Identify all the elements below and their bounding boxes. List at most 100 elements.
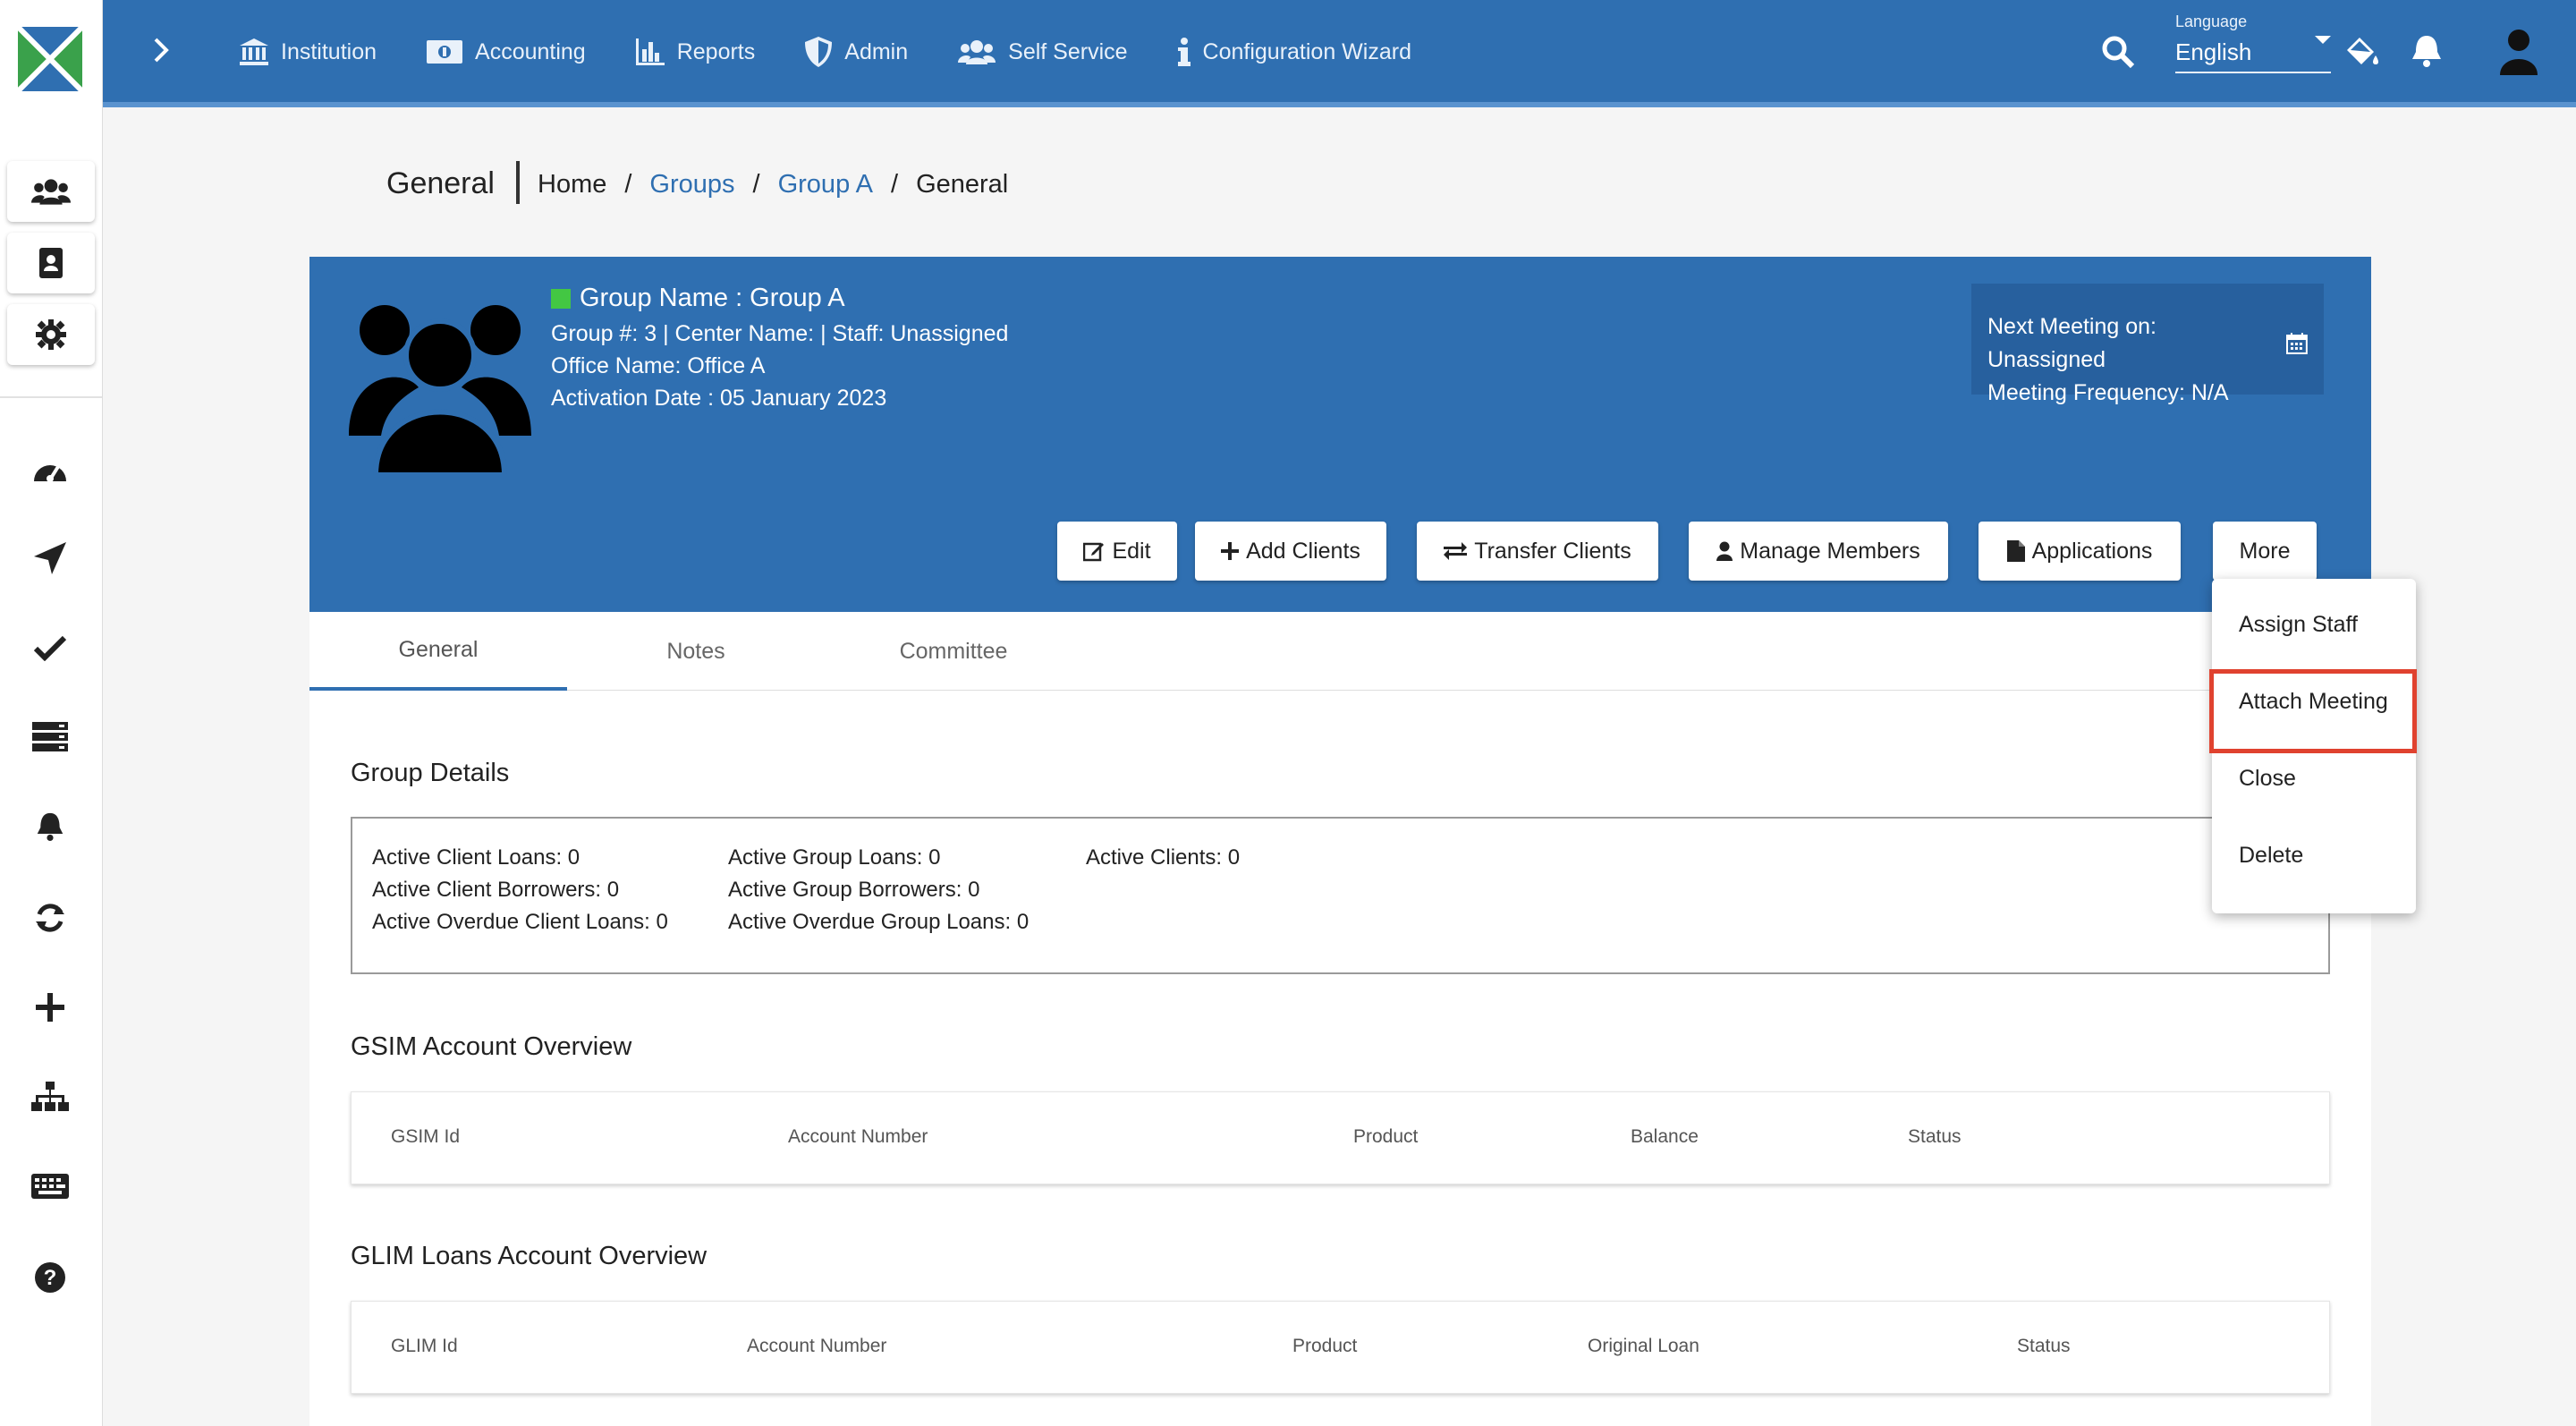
bank-icon (240, 38, 268, 65)
applications-button[interactable]: Applications (1979, 522, 2181, 581)
table-header[interactable]: Account Number (788, 1126, 928, 1148)
gsim-table: GSIM Id Account Number Product Balance S… (351, 1091, 2330, 1184)
bell-icon[interactable] (30, 807, 70, 846)
office-name: Office Name: Office A (551, 353, 766, 378)
breadcrumb-home: Home (538, 170, 607, 199)
paint-bucket-icon[interactable] (2343, 34, 2381, 74)
detail-value: Active Clients: 0 (1086, 845, 1241, 870)
edit-icon (1083, 542, 1105, 562)
table-header[interactable]: Status (2017, 1336, 2071, 1357)
title-divider (516, 161, 520, 204)
tab-general[interactable]: General (309, 612, 567, 691)
server-icon[interactable] (30, 717, 70, 757)
details-col-client: Active Client Loans: 0 Active Client Bor… (372, 842, 668, 938)
meeting-frequency: Meeting Frequency: N/A (1987, 380, 2229, 405)
menu-item-close[interactable]: Close (2212, 740, 2416, 817)
sidebar-groups[interactable] (7, 161, 95, 222)
top-navbar: Institution Accounting Reports Admin Sel… (0, 0, 2576, 107)
sitemap-icon[interactable] (30, 1077, 70, 1116)
sidebar-toggle-chevron-icon[interactable] (143, 32, 179, 68)
chevron-down-icon (2315, 36, 2331, 44)
tab-notes[interactable]: Notes (567, 612, 825, 691)
help-icon[interactable]: ? (30, 1258, 70, 1297)
group-name-text: Group Name : Group A (580, 284, 845, 312)
status-indicator (551, 288, 571, 309)
nav-admin[interactable]: Admin (805, 37, 908, 67)
bell-icon[interactable] (2411, 34, 2443, 72)
table-header[interactable]: Account Number (747, 1336, 886, 1357)
detail-value: Active Overdue Group Loans: 0 (728, 910, 1030, 934)
add-clients-button[interactable]: Add Clients (1195, 522, 1386, 581)
sidebar-settings[interactable] (7, 304, 95, 365)
breadcrumb-current: General (916, 170, 1009, 199)
table-header[interactable]: Status (1908, 1126, 1962, 1148)
content-panel: General Notes Committee Group Details Ac… (309, 612, 2371, 1426)
gsim-title: GSIM Account Overview (351, 1032, 632, 1061)
more-menu: Assign Staff Attach Meeting Close Delete (2212, 579, 2416, 913)
tab-committee[interactable]: Committee (825, 612, 1082, 691)
glim-title: GLIM Loans Account Overview (351, 1242, 708, 1270)
nav-accounting[interactable]: Accounting (427, 39, 586, 65)
breadcrumb-groups[interactable]: Groups (649, 170, 734, 199)
checkmark-icon[interactable] (30, 628, 70, 667)
breadcrumb-group-a[interactable]: Group A (778, 170, 873, 199)
nav-configuration-wizard[interactable]: Configuration Wizard (1177, 38, 1411, 66)
nav-label: Institution (281, 38, 377, 64)
activation-date: Activation Date : 05 January 2023 (551, 386, 887, 411)
table-header[interactable]: Product (1353, 1126, 1418, 1148)
refresh-icon[interactable] (30, 898, 70, 938)
menu-item-assign-staff[interactable]: Assign Staff (2212, 586, 2416, 663)
svg-text:?: ? (44, 1266, 57, 1290)
nav-label: Reports (676, 38, 756, 64)
table-header[interactable]: Product (1292, 1336, 1357, 1357)
menu-item-delete[interactable]: Delete (2212, 817, 2416, 894)
language-select[interactable]: Language English (2175, 13, 2331, 73)
plus-icon[interactable] (30, 988, 70, 1027)
left-sidebar: ? (0, 116, 103, 1426)
calendar-icon[interactable] (2286, 333, 2308, 354)
detail-value: Active Client Loans: 0 (372, 845, 580, 870)
nav-label: Accounting (475, 38, 586, 64)
nav-label: Self Service (1008, 38, 1128, 64)
table-header[interactable]: Balance (1631, 1126, 1699, 1148)
app-logo[interactable] (0, 0, 103, 116)
sidebar-contact-book[interactable] (7, 233, 95, 293)
nav-label: Admin (844, 38, 909, 64)
exchange-icon (1444, 542, 1468, 560)
breadcrumb-separator: / (624, 170, 632, 199)
transfer-clients-button[interactable]: Transfer Clients (1417, 522, 1658, 581)
group-meta: Group #: 3 | Center Name: | Staff: Unass… (551, 321, 1009, 346)
users-icon (31, 179, 71, 205)
dashboard-gauge-icon[interactable] (30, 449, 70, 488)
table-header[interactable]: GSIM Id (391, 1126, 460, 1148)
address-book-icon (39, 248, 63, 278)
glim-table: GLIM Id Account Number Product Original … (351, 1301, 2330, 1394)
menu-item-attach-meeting[interactable]: Attach Meeting (2212, 663, 2416, 740)
plus-icon (1221, 542, 1240, 560)
more-button[interactable]: More (2213, 522, 2317, 581)
money-icon (427, 40, 463, 64)
user-avatar-icon[interactable] (2498, 27, 2539, 80)
group-details-box: Active Client Loans: 0 Active Client Bor… (351, 817, 2330, 974)
group-header-card: Group Name : Group A Group #: 3 | Center… (309, 257, 2371, 612)
manage-members-button[interactable]: Manage Members (1689, 522, 1948, 581)
nav-self-service[interactable]: Self Service (958, 38, 1128, 65)
shield-icon (805, 37, 833, 67)
search-icon[interactable] (2100, 34, 2136, 74)
bar-chart-icon (635, 38, 665, 65)
keyboard-icon[interactable] (30, 1167, 70, 1206)
navigation-arrow-icon[interactable] (30, 539, 70, 578)
detail-value: Active Group Loans: 0 (728, 845, 941, 870)
nav-reports[interactable]: Reports (635, 38, 756, 65)
breadcrumb-separator: / (752, 170, 760, 199)
nav-institution[interactable]: Institution (240, 38, 377, 65)
breadcrumb-separator: / (891, 170, 899, 199)
table-header[interactable]: Original Loan (1588, 1336, 1699, 1357)
meeting-info: Next Meeting on: Unassigned Meeting Freq… (1971, 284, 2324, 405)
info-icon (1177, 38, 1191, 66)
group-info: Group Name : Group A Group #: 3 | Center… (551, 284, 1008, 410)
detail-value: Active Group Borrowers: 0 (728, 878, 980, 902)
group-name: Group Name : Group A (551, 284, 1008, 313)
table-header[interactable]: GLIM Id (391, 1336, 458, 1357)
edit-button[interactable]: Edit (1057, 522, 1177, 581)
